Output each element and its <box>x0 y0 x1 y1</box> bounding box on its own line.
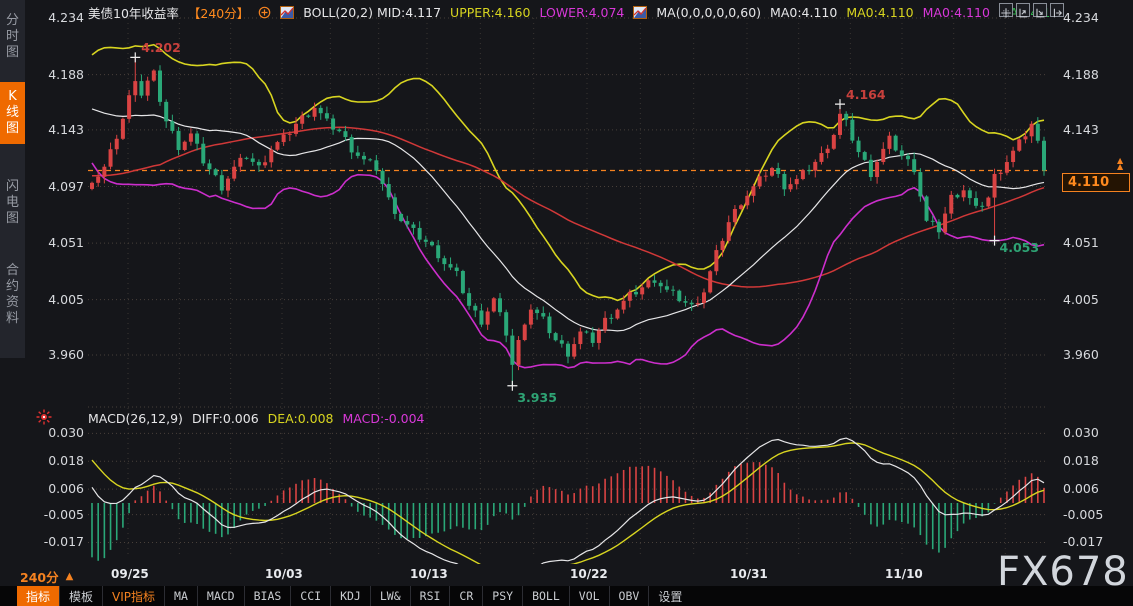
toolbar-item-RSI[interactable]: RSI <box>410 586 450 606</box>
shift-right-icon[interactable] <box>1050 3 1064 17</box>
toolbar-item-BOLL[interactable]: BOLL <box>522 586 569 606</box>
y-axis-label-left: 4.051 <box>36 235 84 250</box>
current-price-tag: 4.110 <box>1062 173 1130 192</box>
boll-upper-label: UPPER:4.160 <box>450 5 530 20</box>
macd-axis-label-right: 0.018 <box>1063 453 1099 468</box>
sidebar-tab-3[interactable]: 闪电图 <box>0 172 25 234</box>
macd-axis-label-right: 0.030 <box>1063 425 1099 440</box>
chart-header: 美债10年收益率 【240分】 BOLL(20,2) MID:4.117 UPP… <box>88 3 1050 22</box>
y-axis-label-left: 4.097 <box>36 179 84 194</box>
x-axis-date-label: 10/13 <box>410 567 448 581</box>
macd-params-label: MACD(26,12,9) <box>88 411 183 426</box>
macd-axis-label-left: -0.017 <box>36 534 84 549</box>
macd-axis-label-left: 0.006 <box>36 481 84 496</box>
ma0-yellow-label: MA0:4.110 <box>846 5 913 20</box>
macd-axis-label-left: 0.018 <box>36 453 84 468</box>
sidebar-tab-4[interactable]: 合约资料 <box>0 256 25 334</box>
bottom-toolbar: 指标模板VIP指标MAMACDBIASCCIKDJLW&RSICRPSYBOLL… <box>0 586 1133 606</box>
low-price-annotation: 3.935 <box>517 390 557 405</box>
trading-app: 4.202 4.164 3.935 4.053 4.234 4.234 4.188 4.188… <box>0 0 1133 606</box>
y-axis-label-right: 4.234 <box>1063 10 1099 25</box>
current-price-value: 4.110 <box>1068 175 1109 190</box>
window-icons <box>999 3 1064 17</box>
toolbar-item-OBV[interactable]: OBV <box>609 586 649 606</box>
macd-axis-label-right: 0.006 <box>1063 481 1099 496</box>
y-axis-label-right: 4.143 <box>1063 122 1099 137</box>
pan-crosshair-icon[interactable] <box>999 3 1013 17</box>
timeframe-text: 240分 <box>20 567 59 586</box>
toolbar-item-PSY[interactable]: PSY <box>482 586 522 606</box>
x-axis-date-label: 09/25 <box>111 567 149 581</box>
toolbar-item-VIP指标[interactable]: VIP指标 <box>102 586 164 606</box>
axis-zoom-right-icon[interactable] <box>1033 3 1047 17</box>
toolbar-item-设置[interactable]: 设置 <box>648 586 691 606</box>
toolbar-item-KDJ[interactable]: KDJ <box>330 586 370 606</box>
toolbar-item-MACD[interactable]: MACD <box>197 586 244 606</box>
high-price-annotation: 4.202 <box>141 40 181 55</box>
y-axis-label-left: 4.234 <box>36 10 84 25</box>
macd-axis-label-right: -0.005 <box>1063 507 1103 522</box>
ma0-white-label: MA0:4.110 <box>770 5 837 20</box>
x-axis-date-label: 10/22 <box>570 567 608 581</box>
macd-value-label: MACD:-0.004 <box>343 411 425 426</box>
x-axis-date-label: 10/03 <box>265 567 303 581</box>
toolbar-item-LW&[interactable]: LW& <box>370 586 410 606</box>
indicator-chart-icon[interactable] <box>280 6 294 19</box>
period-badge[interactable]: 【240分】 <box>188 3 249 22</box>
x-axis-date-label: 10/31 <box>730 567 768 581</box>
indicator-chart-icon[interactable] <box>633 6 647 19</box>
low-price-annotation: 4.053 <box>1000 240 1040 255</box>
y-axis-label-right: 3.960 <box>1063 347 1099 362</box>
toolbar-item-BIAS[interactable]: BIAS <box>244 586 291 606</box>
alert-flash-icon <box>35 408 53 426</box>
toolbar-item-指标[interactable]: 指标 <box>17 586 59 606</box>
y-axis-label-left: 4.188 <box>36 67 84 82</box>
watermark: FX678 <box>997 549 1129 595</box>
high-price-annotation: 4.164 <box>846 87 886 102</box>
timeframe-selector[interactable]: 240分 ▲ <box>20 567 73 586</box>
scroll-to-latest-arrow[interactable]: ▲▲ <box>1117 158 1123 170</box>
y-axis-label-right: 4.188 <box>1063 67 1099 82</box>
ma-label: MA(0,0,0,0,0,60) <box>656 5 761 20</box>
macd-axis-label-left: -0.005 <box>36 507 84 522</box>
macd-header: MACD(26,12,9) DIFF:0.006 DEA:0.008 MACD:… <box>88 411 425 426</box>
macd-diff-label: DIFF:0.006 <box>192 411 259 426</box>
main-chart[interactable] <box>0 0 1133 606</box>
toolbar-item-模板[interactable]: 模板 <box>59 586 102 606</box>
toolbar-item-CR[interactable]: CR <box>449 586 482 606</box>
x-axis-date-label: 11/10 <box>885 567 923 581</box>
y-axis-label-right: 4.005 <box>1063 292 1099 307</box>
toolbar-item-VOL[interactable]: VOL <box>569 586 609 606</box>
boll-lower-label: LOWER:4.074 <box>539 5 624 20</box>
y-axis-label-left: 3.960 <box>36 347 84 362</box>
toolbar-item-MA[interactable]: MA <box>164 586 197 606</box>
axis-zoom-up-icon[interactable] <box>1016 3 1030 17</box>
macd-axis-label-right: -0.017 <box>1063 534 1103 549</box>
add-indicator-icon[interactable] <box>258 6 271 19</box>
y-axis-label-right: 4.051 <box>1063 235 1099 250</box>
y-axis-label-left: 4.005 <box>36 292 84 307</box>
sidebar-tab-1[interactable]: 分时图 <box>0 6 25 68</box>
sidebar: 分时图 K线图闪电图合约资料 <box>0 0 25 358</box>
y-axis-label-left: 4.143 <box>36 122 84 137</box>
macd-dea-label: DEA:0.008 <box>268 411 334 426</box>
macd-axis-label-left: 0.030 <box>36 425 84 440</box>
instrument-title: 美债10年收益率 <box>88 3 179 22</box>
toolbar-item-CCI[interactable]: CCI <box>290 586 330 606</box>
boll-label: BOLL(20,2) MID:4.117 <box>303 5 441 20</box>
sidebar-tab-2[interactable]: K线图 <box>0 82 25 144</box>
ma0-magenta-label: MA0:4.110 <box>923 5 990 20</box>
timeframe-arrow-icon: ▲ <box>66 571 74 582</box>
